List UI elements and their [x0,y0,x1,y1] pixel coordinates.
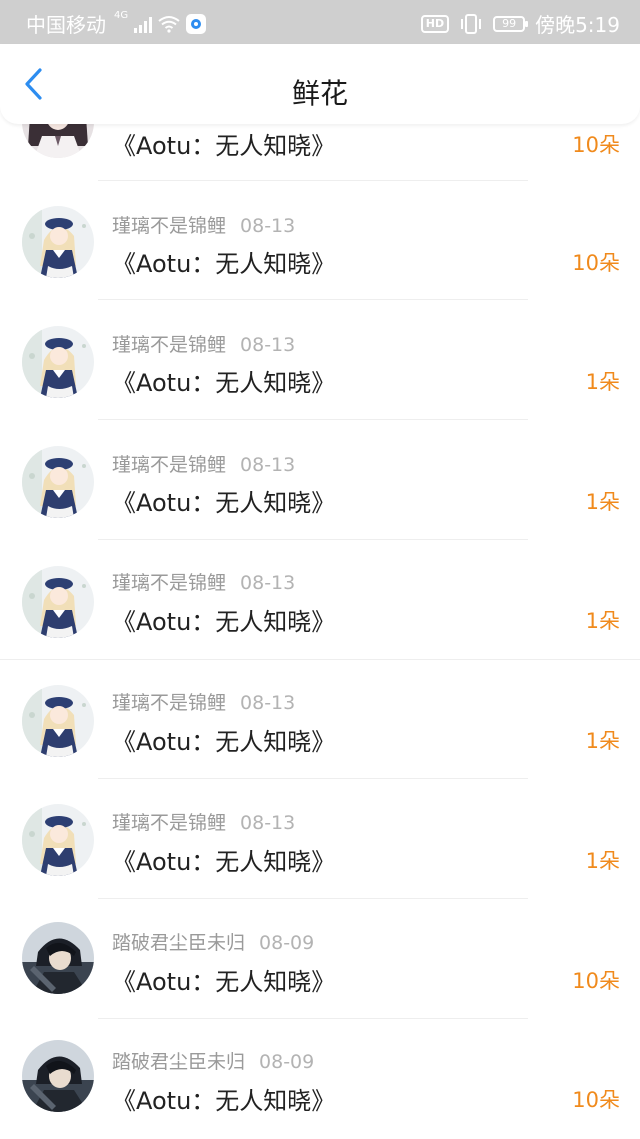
book-title: 《Aotu：无人知晓》 [112,608,336,636]
username[interactable]: 踏破君尘臣未归 [112,932,245,954]
date: 08-13 [240,454,296,476]
flower-count: 1朵 [585,370,620,394]
avatar[interactable] [22,685,94,757]
book-title: 《Aotu：无人知晓》 [112,489,336,517]
flower-count: 10朵 [572,251,620,275]
app-notification-icon [186,13,207,34]
list-item[interactable]: 踏破君尘臣未归 08-09 《Aotu：无人知晓》 10朵 [0,900,640,1019]
battery-icon: 99 [493,15,529,32]
status-bar: 中国移动 4G HD 99 傍晚5:19 [0,0,640,44]
list-item[interactable]: 瑾璃不是锦鲤 08-13 《Aotu：无人知晓》 1朵 [0,420,640,540]
book-title: 《Aotu：无人知晓》 [112,369,336,397]
flower-count: 1朵 [585,849,620,873]
date: 08-13 [240,812,296,834]
nav-bar: 鲜花 [0,44,640,124]
flower-count: 1朵 [585,729,620,753]
username[interactable]: 瑾璃不是锦鲤 [112,572,226,594]
user-line: 瑾璃不是锦鲤 08-13 [112,688,295,715]
date: 08-09 [259,932,315,954]
book-title: 《Aotu：无人知晓》 [112,1087,336,1115]
signal-icon [134,15,153,33]
username[interactable]: 瑾璃不是锦鲤 [112,454,226,476]
network-type: 4G [114,10,129,21]
flower-count: 10朵 [572,133,620,157]
divider [98,778,528,779]
avatar[interactable] [22,1040,94,1112]
list-item[interactable]: 瑾璃不是锦鲤 08-13 《Aotu：无人知晓》 1朵 [0,540,640,660]
book-title: 《Aotu：无人知晓》 [112,728,336,756]
flower-count: 1朵 [585,490,620,514]
user-line: 瑾璃不是锦鲤 08-13 [112,450,295,477]
date: 08-09 [259,1051,315,1073]
username[interactable]: 踏破君尘臣未归 [112,1051,245,1073]
book-title: 《Aotu：无人知晓》 [112,250,336,278]
username[interactable]: 瑾璃不是锦鲤 [112,334,226,356]
flower-count: 10朵 [572,1088,620,1112]
user-line: 瑾璃不是锦鲤 08-13 [112,330,295,357]
list-item[interactable]: 瑾璃不是锦鲤 08-13 《Aotu：无人知晓》 1朵 [0,300,640,420]
date: 08-13 [240,334,296,356]
hd-badge: HD [420,14,450,33]
avatar[interactable] [22,206,94,278]
carrier-label: 中国移动 [26,13,106,37]
status-left: 中国移动 4G [26,9,207,38]
clock: 傍晚5:19 [535,13,620,37]
user-line: 瑾璃不是锦鲤 08-13 [112,211,295,238]
avatar[interactable] [22,446,94,518]
page-title: 鲜花 [291,77,348,110]
user-line: 踏破君尘臣未归 08-09 [112,1047,314,1074]
book-title: 《Aotu：无人知晓》 [112,848,336,876]
user-line: 瑾璃不是锦鲤 08-13 [112,808,295,835]
book-title: 《Aotu：无人知晓》 [112,968,336,996]
vibrate-icon [461,13,482,34]
list-item[interactable]: 瑾璃不是锦鲤 08-13 《Aotu：无人知晓》 1朵 [0,660,640,779]
date: 08-13 [240,572,296,594]
avatar[interactable] [22,326,94,398]
flower-record-list: 《Aotu：无人知晓》 10朵 瑾璃不是锦鲤 08-13 《Aotu：无人知晓》 … [0,0,640,1138]
book-title: 《Aotu：无人知晓》 [112,132,336,160]
avatar[interactable] [22,804,94,876]
date: 08-13 [240,692,296,714]
flower-count: 10朵 [572,969,620,993]
avatar[interactable] [22,922,94,994]
flower-count: 1朵 [585,609,620,633]
list-item[interactable]: 瑾璃不是锦鲤 08-13 《Aotu：无人知晓》 10朵 [0,180,640,300]
battery-level: 99 [502,16,517,30]
list-item[interactable]: 踏破君尘臣未归 08-09 《Aotu：无人知晓》 10朵 [0,1020,640,1139]
wifi-icon [158,15,180,33]
date: 08-13 [240,215,296,237]
username[interactable]: 瑾璃不是锦鲤 [112,812,226,834]
divider [98,1018,528,1019]
status-right: HD 99 傍晚5:19 [420,9,620,38]
avatar[interactable] [22,566,94,638]
user-line: 瑾璃不是锦鲤 08-13 [112,568,295,595]
list-item[interactable]: 瑾璃不是锦鲤 08-13 《Aotu：无人知晓》 1朵 [0,780,640,899]
user-line: 踏破君尘臣未归 08-09 [112,928,314,955]
username[interactable]: 瑾璃不是锦鲤 [112,692,226,714]
divider [98,898,528,899]
username[interactable]: 瑾璃不是锦鲤 [112,215,226,237]
